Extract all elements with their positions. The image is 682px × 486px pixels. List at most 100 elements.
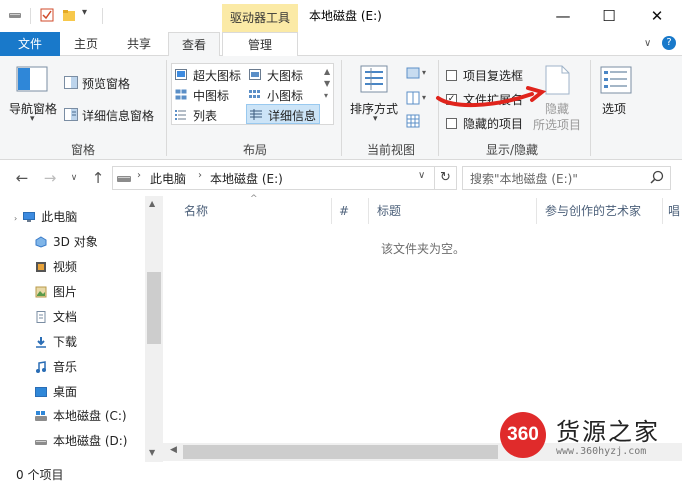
small-icons-icon [249,89,261,103]
nav-item-label: 文档 [53,310,78,324]
column-header-title[interactable]: 标题 [377,202,401,220]
window-title: 本地磁盘 (E:) [309,9,382,23]
column-divider[interactable] [536,198,537,224]
qat-divider [30,8,31,24]
group-by-icon[interactable] [406,66,420,83]
sort-by-icon[interactable] [359,64,391,97]
drive-icon[interactable] [8,8,22,22]
scroll-left-icon[interactable]: ◀ [170,445,177,455]
nav-item-documents[interactable]: 文档 [0,305,145,329]
nav-item-label: 下载 [53,335,78,349]
drive-icon [35,431,47,445]
nav-pane-icon[interactable] [16,66,48,95]
status-bar [0,462,682,486]
nav-item-label: 本地磁盘 (C:) [53,409,127,423]
column-divider[interactable] [331,198,332,224]
column-divider[interactable] [662,198,663,224]
extra-large-icons-icon [175,69,187,83]
tab-view[interactable]: 查看 [168,32,220,57]
chevron-down-icon[interactable]: ▾ [373,114,378,124]
column-header-name[interactable]: 名称 [184,202,208,220]
column-header-number[interactable]: # [339,202,349,220]
qat-customize-icon[interactable]: ▾ [82,7,87,18]
options-button[interactable]: 选项 [602,100,626,117]
new-folder-icon[interactable] [62,8,76,22]
tab-file[interactable]: 文件 [0,32,60,56]
watermark-name: 货源之家 [556,418,660,446]
breadcrumb-this-pc[interactable]: 此电脑 [150,170,186,187]
chevron-down-icon[interactable]: ▾ [30,114,35,124]
chevron-down-icon[interactable]: ▾ [422,68,426,77]
forward-arrow-icon[interactable]: → [40,166,60,190]
recent-locations-chevron-icon[interactable]: ∨ [64,166,84,190]
horizontal-scroll-thumb[interactable] [183,445,498,459]
tab-home[interactable]: 主页 [66,32,106,56]
document-icon [35,307,47,323]
ribbon-collapse-icon[interactable]: ∨ [644,38,651,49]
nav-item-label: 音乐 [53,360,78,374]
layout-list[interactable]: 列表 [193,107,217,124]
nav-item-downloads[interactable]: 下载 [0,330,145,354]
hide-selected-line2[interactable]: 所选项目 [533,116,581,133]
address-dropdown-chevron-icon[interactable]: ∨ [418,170,425,181]
group-label-layout: 布局 [242,143,267,157]
column-header-contributing-artists[interactable]: 参与创作的艺术家 [545,202,641,220]
nav-item-label: 视频 [53,260,78,274]
search-icon[interactable] [650,170,664,187]
nav-item-drive-d[interactable]: 本地磁盘 (D:) [0,429,145,453]
tab-manage[interactable]: 管理 [222,32,298,57]
video-icon [35,257,47,272]
maximize-button[interactable]: ☐ [586,0,632,32]
breadcrumb-drive-e[interactable]: 本地磁盘 (E:) [210,170,283,187]
nav-item-3d-objects[interactable]: 3D 对象 [0,230,145,254]
large-icons-icon [249,69,261,83]
expand-chevron-icon[interactable]: › [14,214,17,223]
tab-share[interactable]: 共享 [118,32,160,56]
details-pane-button[interactable]: 详细信息窗格 [82,107,154,124]
chevron-down-icon[interactable]: ▾ [422,93,426,102]
add-columns-icon[interactable] [406,91,420,108]
nav-item-music[interactable]: 音乐 [0,355,145,379]
layout-medium-icons[interactable]: 中图标 [193,87,229,104]
layout-extra-large-icons[interactable]: 超大图标 [193,67,241,84]
back-arrow-icon[interactable]: ← [12,166,32,190]
breadcrumb-separator-icon[interactable]: › [198,170,202,181]
layout-large-icons[interactable]: 大图标 [267,67,303,84]
medium-icons-icon [175,89,187,103]
scroll-down-icon[interactable]: ▼ [149,448,155,457]
properties-icon[interactable] [40,8,54,22]
options-icon[interactable] [600,66,632,97]
column-divider[interactable] [368,198,369,224]
up-arrow-icon[interactable]: ↑ [88,166,108,190]
computer-icon [23,207,36,222]
search-placeholder[interactable]: 搜索"本地磁盘 (E:)" [470,170,578,187]
layout-small-icons[interactable]: 小图标 [267,87,303,104]
nav-item-videos[interactable]: 视频 [0,255,145,279]
scroll-up-icon[interactable]: ▲ [149,199,155,208]
status-item-count: 0 个项目 [16,468,64,482]
help-icon[interactable]: ? [662,36,676,50]
refresh-icon[interactable]: ↻ [434,166,456,190]
hidden-items-checkbox[interactable] [446,118,457,129]
ribbon-divider [341,60,342,156]
close-button[interactable]: ✕ [634,0,680,32]
nav-item-label: 桌面 [53,385,78,399]
gallery-scroll-icon[interactable]: ▲ ▼ ▾ [324,66,330,102]
ribbon-divider [166,60,167,156]
pictures-icon [35,282,47,298]
size-columns-icon[interactable] [406,114,420,131]
group-label-current-view: 当前视图 [366,143,415,157]
nav-item-drive-c[interactable]: 本地磁盘 (C:) [0,404,145,428]
breadcrumb-separator-icon[interactable]: › [137,170,141,181]
hidden-items-label[interactable]: 隐藏的项目 [463,115,523,132]
nav-item-pictures[interactable]: 图片 [0,280,145,304]
layout-details[interactable]: 详细信息 [268,107,316,124]
nav-item-label: 图片 [53,285,78,299]
nav-item-this-pc[interactable]: › 此电脑 [0,205,145,229]
preview-pane-button[interactable]: 预览窗格 [82,75,130,92]
nav-pane-scroll-thumb[interactable] [147,272,161,344]
nav-item-label: 此电脑 [41,210,78,224]
nav-item-desktop[interactable]: 桌面 [0,380,145,404]
column-header-album[interactable]: 唱 [668,202,680,220]
minimize-button[interactable]: — [540,0,586,32]
